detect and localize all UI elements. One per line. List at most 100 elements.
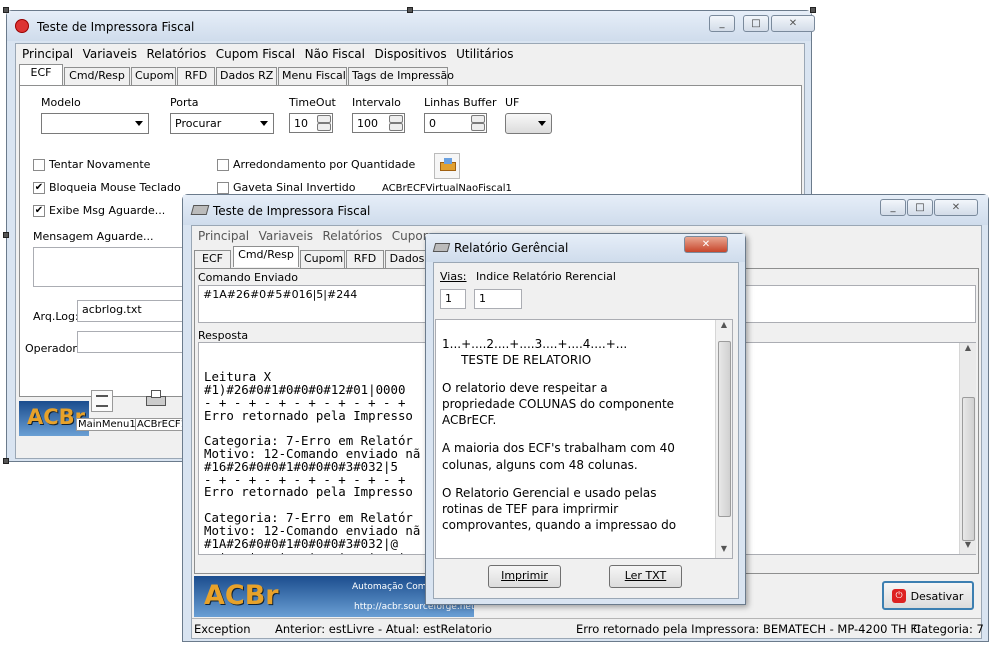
menu-dispositivos[interactable]: Dispositivos bbox=[375, 47, 447, 61]
arredondamento-label: Arredondamento por Quantidade bbox=[233, 158, 416, 171]
arq-log-input[interactable]: acbrlog.txt bbox=[77, 300, 193, 322]
resize-handle[interactable] bbox=[3, 7, 9, 13]
mensagem-label: Mensagem Aguarde... bbox=[33, 230, 154, 243]
bloqueia-checkbox[interactable]: ✔ bbox=[33, 182, 45, 194]
modelo-select[interactable] bbox=[41, 113, 149, 134]
minimize-button[interactable]: _ bbox=[880, 199, 906, 216]
relatorio-lines: 1...+....2....+....3....+....4....+... T… bbox=[442, 336, 726, 533]
operador-label: Operador: bbox=[25, 342, 81, 355]
vias-input[interactable]: 1 bbox=[440, 289, 466, 309]
relatorio-line: ACBrECF. bbox=[442, 413, 497, 428]
back-window-titlebar[interactable]: Teste de Impressora Fiscal _ □ ✕ bbox=[7, 11, 815, 41]
scroll-up-icon[interactable]: ▲ bbox=[716, 320, 732, 334]
intervalo-spinner[interactable]: 100 bbox=[352, 113, 405, 133]
minimize-button[interactable]: _ bbox=[709, 15, 735, 32]
arq-log-value: acbrlog.txt bbox=[82, 303, 142, 316]
dialog-close-button[interactable]: ✕ bbox=[684, 236, 728, 253]
spin-down-icon[interactable] bbox=[389, 123, 403, 131]
scroll-thumb[interactable] bbox=[962, 397, 975, 541]
tab-rfd[interactable]: RFD bbox=[177, 67, 215, 85]
tentar-checkbox[interactable] bbox=[33, 159, 45, 171]
front-window-title: Teste de Impressora Fiscal bbox=[213, 204, 371, 218]
scroll-thumb[interactable] bbox=[718, 341, 731, 517]
mensagem-memo[interactable] bbox=[33, 247, 193, 287]
menu-cupom-fiscal[interactable]: Cupom Fiscal bbox=[216, 47, 295, 61]
indice-input[interactable]: 1 bbox=[474, 289, 522, 309]
paper-icon bbox=[151, 390, 161, 398]
tab-dados[interactable]: Dados bbox=[385, 250, 429, 268]
spin-up-icon[interactable] bbox=[389, 115, 403, 123]
logo-text: ACBr bbox=[204, 580, 279, 611]
printer-component-icon[interactable] bbox=[434, 153, 460, 179]
mainmenu-component-icon[interactable] bbox=[91, 390, 113, 412]
modelo-label: Modelo bbox=[41, 96, 81, 109]
arredondamento-checkbox[interactable] bbox=[217, 159, 229, 171]
ler-txt-button[interactable]: Ler TXT bbox=[609, 565, 682, 588]
exibe-label: Exibe Msg Aguarde... bbox=[49, 204, 166, 217]
tab-cmd-resp[interactable]: Cmd/Resp bbox=[64, 67, 130, 85]
tab-ecf[interactable]: ECF bbox=[19, 64, 63, 85]
spin-up-icon[interactable] bbox=[317, 115, 331, 123]
linhas-buffer-spinner[interactable]: 0 bbox=[424, 113, 487, 133]
tab-cupom[interactable]: Cupom bbox=[300, 250, 345, 268]
relatorio-line bbox=[442, 368, 726, 380]
scroll-down-icon[interactable]: ▼ bbox=[960, 540, 976, 554]
menu-utilitarios[interactable]: Utilitários bbox=[456, 47, 513, 61]
status-bar: Exception Anterior: estLivre - Atual: es… bbox=[192, 618, 984, 638]
gaveta-checkbox[interactable] bbox=[217, 182, 229, 194]
resize-handle[interactable] bbox=[3, 232, 9, 238]
scroll-up-icon[interactable]: ▲ bbox=[960, 343, 976, 357]
relatorio-memo[interactable]: 1...+....2....+....3....+....4....+... T… bbox=[435, 319, 733, 559]
spin-up-icon[interactable] bbox=[471, 115, 485, 123]
tab-menu-fiscal[interactable]: Menu Fiscal bbox=[278, 67, 347, 85]
exibe-checkbox[interactable]: ✔ bbox=[33, 205, 45, 217]
resize-handle[interactable] bbox=[407, 7, 413, 13]
operador-input[interactable] bbox=[77, 331, 193, 353]
relatorio-line: comprovantes, quando a impressao do bbox=[442, 517, 677, 532]
tab-rfd[interactable]: RFD bbox=[346, 250, 384, 268]
status-estado: Anterior: estLivre - Atual: estRelatorio bbox=[275, 622, 492, 636]
uf-select[interactable] bbox=[505, 113, 552, 134]
tab-cupom[interactable]: Cupom bbox=[131, 67, 176, 85]
desativar-button[interactable]: ⏻ Desativar bbox=[882, 581, 974, 610]
intervalo-label: Intervalo bbox=[352, 96, 401, 109]
relatorio-dialog: Relatório Gerêncial ✕ Vias: Indice Relat… bbox=[425, 233, 746, 605]
menu-nao-fiscal[interactable]: Não Fiscal bbox=[305, 47, 365, 61]
front-window-titlebar[interactable]: Teste de Impressora Fiscal _ □ ✕ bbox=[183, 195, 988, 225]
status-exception: Exception bbox=[194, 622, 251, 636]
menu-relatorios[interactable]: Relatórios bbox=[322, 229, 382, 243]
maximize-button[interactable]: □ bbox=[743, 15, 769, 32]
resposta-scrollbar[interactable]: ▲ ▼ bbox=[959, 343, 976, 554]
scroll-down-icon[interactable]: ▼ bbox=[716, 544, 732, 558]
tab-tags-impressao[interactable]: Tags de Impressão bbox=[348, 67, 454, 85]
tab-ecf[interactable]: ECF bbox=[194, 250, 231, 268]
relatorio-line bbox=[442, 473, 726, 485]
spin-down-icon[interactable] bbox=[317, 123, 331, 131]
indice-value: 1 bbox=[479, 292, 486, 305]
tab-cmd-resp[interactable]: Cmd/Resp bbox=[233, 246, 299, 267]
comando-value: #1A#26#0#5#016|5|#244 bbox=[203, 288, 358, 301]
porta-select[interactable]: Procurar bbox=[170, 113, 274, 134]
dialog-titlebar[interactable]: Relatório Gerêncial ✕ bbox=[426, 234, 745, 262]
menu-principal[interactable]: Principal bbox=[198, 229, 249, 243]
resize-handle[interactable] bbox=[3, 458, 9, 464]
menu-principal[interactable]: Principal bbox=[22, 47, 73, 61]
maximize-button[interactable]: □ bbox=[907, 199, 933, 216]
acbrecf-component-icon[interactable] bbox=[144, 388, 168, 412]
menu-relatorios[interactable]: Relatórios bbox=[146, 47, 206, 61]
menu-variaveis[interactable]: Variaveis bbox=[83, 47, 137, 61]
timeout-spinner[interactable]: 10 bbox=[289, 113, 333, 133]
imprimir-button[interactable]: Imprimir bbox=[488, 565, 561, 588]
tab-dados-rz[interactable]: Dados RZ bbox=[216, 67, 277, 85]
back-window-title: Teste de Impressora Fiscal bbox=[37, 20, 195, 34]
relatorio-scrollbar[interactable]: ▲ ▼ bbox=[715, 320, 732, 558]
resize-handle[interactable] bbox=[810, 7, 816, 13]
desativar-label: Desativar bbox=[910, 590, 964, 603]
close-button: ✕ bbox=[934, 199, 978, 216]
spin-down-icon[interactable] bbox=[471, 123, 485, 131]
porta-label: Porta bbox=[170, 96, 199, 109]
relatorio-line bbox=[442, 428, 726, 440]
menu-variaveis[interactable]: Variaveis bbox=[259, 229, 313, 243]
imprimir-label: Imprimir bbox=[501, 569, 548, 582]
timeout-value: 10 bbox=[294, 117, 308, 130]
